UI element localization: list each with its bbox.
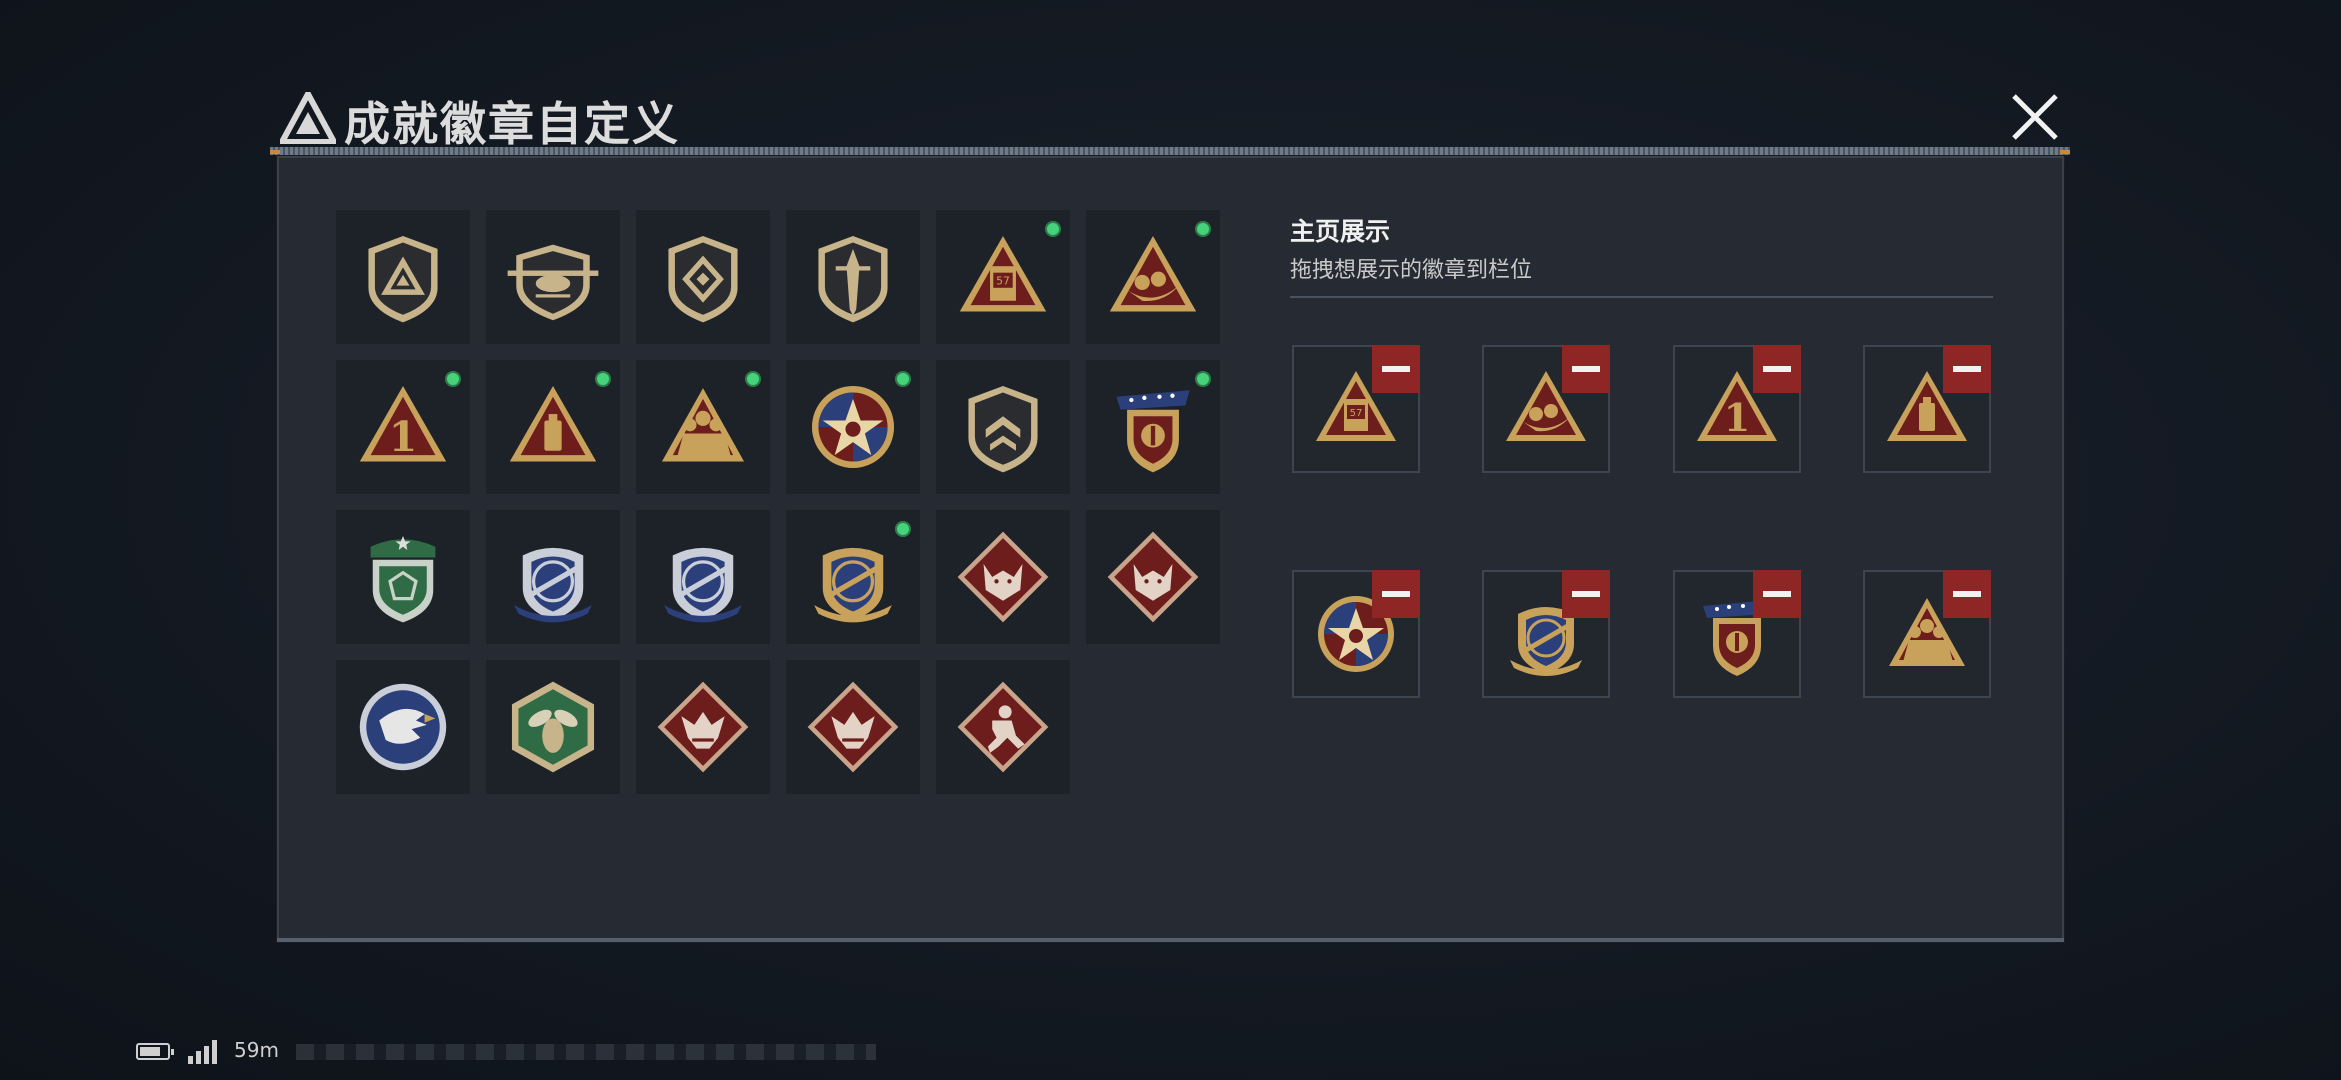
title-divider-accent-right xyxy=(2060,150,2070,154)
display-slot[interactable] xyxy=(1673,570,1801,698)
shield-chevron-badge-icon xyxy=(968,385,1038,473)
shield-triangle-badge-icon xyxy=(368,235,438,323)
svg-text:57: 57 xyxy=(996,275,1010,288)
badge-cell[interactable] xyxy=(786,510,920,644)
diamond-runner-badge-icon xyxy=(957,681,1049,773)
badge-cell[interactable]: 1 xyxy=(336,360,470,494)
diamond-wolf-badge-2-icon xyxy=(1107,531,1199,623)
minus-icon xyxy=(1572,366,1600,372)
badge-cell[interactable] xyxy=(936,660,1070,794)
minus-icon xyxy=(1953,591,1981,597)
page-title: 成就徽章自定义 xyxy=(344,97,680,151)
badge-cell[interactable] xyxy=(336,510,470,644)
triangle-barrel-badge-icon: 57 xyxy=(959,235,1047,312)
badge-cell[interactable] xyxy=(486,510,620,644)
triangle-logo-icon xyxy=(280,92,336,144)
new-indicator-dot xyxy=(892,368,914,390)
new-indicator-dot xyxy=(892,518,914,540)
minus-icon xyxy=(1382,366,1410,372)
minus-icon xyxy=(1572,591,1600,597)
display-slot[interactable]: 57 xyxy=(1292,345,1420,473)
close-button[interactable] xyxy=(2004,86,2066,148)
svg-text:1: 1 xyxy=(389,412,418,461)
svg-text:1: 1 xyxy=(1724,395,1750,440)
badge-cell[interactable] xyxy=(486,360,620,494)
title-divider xyxy=(270,147,2070,155)
badge-cell[interactable] xyxy=(786,360,920,494)
display-slot[interactable]: 1 xyxy=(1673,345,1801,473)
badge-cell[interactable] xyxy=(786,210,920,344)
display-section-divider xyxy=(1290,296,1993,298)
badge-cell[interactable] xyxy=(936,360,1070,494)
panel-bottom-edge xyxy=(277,938,2064,942)
minus-icon xyxy=(1382,591,1410,597)
badge-cell[interactable] xyxy=(786,660,920,794)
new-indicator-dot xyxy=(442,368,464,390)
remove-badge-button[interactable] xyxy=(1943,345,1991,393)
badge-cell[interactable] xyxy=(1086,360,1220,494)
badge-cell[interactable] xyxy=(486,210,620,344)
round-eagle-badge-icon xyxy=(359,683,447,771)
badge-cell[interactable] xyxy=(636,210,770,344)
new-indicator-dot xyxy=(1042,218,1064,240)
battery-icon xyxy=(136,1043,174,1060)
gold-crosshair-rifle-badge-icon xyxy=(814,547,892,623)
display-slot[interactable] xyxy=(1292,570,1420,698)
display-slot[interactable] xyxy=(1482,570,1610,698)
svg-text:57: 57 xyxy=(1350,408,1363,419)
signal-icon xyxy=(188,1040,222,1064)
triangle-soldiers-badge-icon xyxy=(661,388,745,462)
minus-icon xyxy=(1763,591,1791,597)
shield-helicopter-badge-icon xyxy=(507,244,599,321)
badge-cell[interactable] xyxy=(636,360,770,494)
badge-cell[interactable] xyxy=(336,660,470,794)
remove-badge-button[interactable] xyxy=(1753,345,1801,393)
remove-badge-button[interactable] xyxy=(1753,570,1801,618)
badge-cell[interactable]: 57 xyxy=(936,210,1070,344)
new-indicator-dot xyxy=(592,368,614,390)
badge-cell[interactable] xyxy=(486,660,620,794)
ping-text: 59m xyxy=(234,1038,279,1062)
remove-badge-button[interactable] xyxy=(1562,570,1610,618)
remove-badge-button[interactable] xyxy=(1562,345,1610,393)
triangle-eggs-badge-icon xyxy=(1109,235,1197,312)
display-slot[interactable] xyxy=(1482,345,1610,473)
blue-crosshair-rifle-badge-2-icon xyxy=(664,547,742,623)
remove-badge-button[interactable] xyxy=(1943,570,1991,618)
remove-badge-button[interactable] xyxy=(1372,345,1420,393)
display-slot[interactable] xyxy=(1863,345,1991,473)
badge-cell[interactable] xyxy=(636,660,770,794)
triangle-canister-badge-icon xyxy=(509,385,597,462)
display-section-subtitle: 拖拽想展示的徽章到栏位 xyxy=(1290,258,1533,283)
badge-cell[interactable] xyxy=(936,510,1070,644)
new-indicator-dot xyxy=(742,368,764,390)
star-round-emblem-badge-icon xyxy=(811,385,895,469)
display-section-title: 主页展示 xyxy=(1290,217,1391,246)
display-slot[interactable] xyxy=(1863,570,1991,698)
diamond-wolf-badge-icon xyxy=(957,531,1049,623)
minus-icon xyxy=(1763,366,1791,372)
minus-icon xyxy=(1953,366,1981,372)
shield-dagger-badge-icon xyxy=(818,235,888,323)
badge-cell[interactable] xyxy=(1086,510,1220,644)
shield-diamond-badge-icon xyxy=(668,235,738,323)
new-indicator-dot xyxy=(1192,218,1214,240)
badge-cell[interactable] xyxy=(336,210,470,344)
close-icon xyxy=(2012,94,2058,140)
title-bar: 成就徽章自定义 xyxy=(270,82,2070,152)
diamond-dragon-badge-2-icon xyxy=(807,681,899,773)
badge-cell[interactable] xyxy=(636,510,770,644)
triangle-number-one-badge-icon: 1 xyxy=(359,385,447,462)
status-bar: 59m xyxy=(136,1036,896,1066)
blue-crosshair-rifle-badge-icon xyxy=(514,547,592,623)
title-divider-accent-left xyxy=(270,150,280,154)
blurred-info xyxy=(296,1044,876,1060)
green-crest-badge-icon xyxy=(370,535,436,623)
remove-badge-button[interactable] xyxy=(1372,570,1420,618)
badge-cell[interactable] xyxy=(1086,210,1220,344)
laurel-stars-crest-badge-icon xyxy=(1116,390,1190,473)
new-indicator-dot xyxy=(1192,368,1214,390)
diamond-dragon-badge-icon xyxy=(657,681,749,773)
hexagon-hornet-badge-icon xyxy=(511,681,595,773)
